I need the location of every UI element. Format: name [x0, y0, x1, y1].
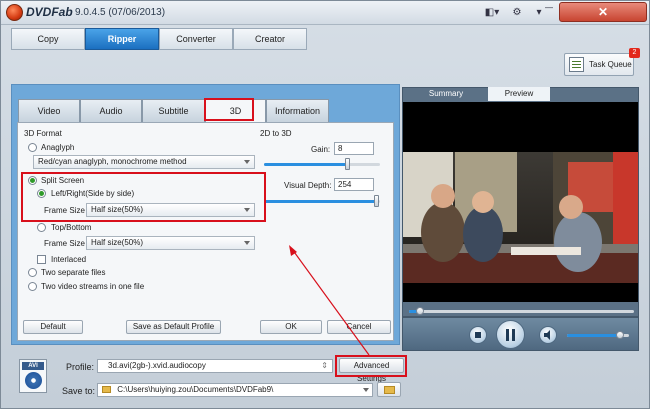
split-screen-label: Split Screen [41, 176, 85, 185]
avi-tag: AVI [22, 362, 44, 370]
frame-size-value-2: Half size(50%) [91, 238, 144, 247]
chevron-down-icon [363, 388, 369, 392]
interlaced-checkbox[interactable] [37, 255, 46, 264]
save-default-profile-button[interactable]: Save as Default Profile [126, 320, 221, 334]
tab-audio[interactable]: Audio [80, 99, 142, 123]
chevron-down-icon [244, 160, 250, 164]
pause-button[interactable] [496, 320, 525, 349]
chevron-down-icon [244, 208, 250, 212]
gain-input[interactable]: 8 [334, 142, 374, 155]
tab-creator[interactable]: Creator [233, 28, 307, 50]
profile-dropdown-icon: ⇕ [321, 361, 328, 370]
default-button[interactable]: Default [23, 320, 83, 334]
gain-slider[interactable] [264, 158, 380, 170]
two-files-radio[interactable] [28, 268, 37, 277]
seek-slider[interactable] [409, 307, 634, 315]
visual-depth-label: Visual Depth: [284, 181, 332, 190]
gain-slider-fill [264, 163, 348, 166]
anaglyph-radio[interactable] [28, 143, 37, 152]
tab-ripper[interactable]: Ripper [85, 28, 159, 50]
stop-icon [475, 332, 481, 338]
main-nav: Copy Ripper Converter Creator [11, 28, 309, 50]
save-to-value: C:\Users\huiying.zou\Documents\DVDFab9\ [117, 385, 274, 394]
2d-to-3d-heading: 2D to 3D [260, 129, 292, 138]
3d-format-heading: 3D Format [24, 129, 62, 138]
two-files-label: Two separate files [41, 268, 106, 277]
two-streams-radio[interactable] [28, 282, 37, 291]
tab-converter[interactable]: Converter [159, 28, 233, 50]
cancel-button[interactable]: Cancel [327, 320, 391, 334]
top-bottom-radio[interactable] [37, 223, 46, 232]
profile-label: Profile: [66, 362, 95, 372]
anaglyph-method-value: Red/cyan anaglyph, monochrome method [38, 157, 187, 166]
movie-scene-image [403, 152, 638, 283]
app-logo-text: DVDFab [26, 5, 73, 19]
gain-slider-thumb[interactable] [345, 158, 350, 170]
close-button[interactable]: ✕ [559, 2, 647, 22]
tab-summary[interactable]: Summary [406, 87, 486, 101]
skin-menu-icon[interactable]: ◧▾ [484, 5, 500, 20]
visual-depth-slider[interactable] [264, 195, 380, 207]
chevron-down-icon [244, 241, 250, 245]
visual-depth-input[interactable]: 254 [334, 178, 374, 191]
ok-button[interactable]: OK [260, 320, 322, 334]
task-list-icon [569, 57, 584, 72]
task-queue-button[interactable]: Task Queue [564, 53, 634, 76]
minimize-button[interactable]: — [541, 0, 557, 15]
open-folder-icon [384, 386, 395, 394]
title-bar: DVDFab 9.0.4.5 (07/06/2013) ◧▾ ⚙ ▾ — ✕ [1, 1, 649, 25]
tab-information[interactable]: Information [266, 99, 329, 123]
visual-depth-slider-thumb[interactable] [374, 195, 379, 207]
advanced-settings-button[interactable]: Advanced Settings [339, 358, 404, 383]
profile-value: 3d.avi(2gb-).xvid.audiocopy [108, 361, 206, 370]
frame-size-label-2: Frame Size [44, 239, 85, 248]
task-count-badge: 2 [629, 48, 640, 58]
visual-depth-slider-fill [264, 200, 377, 203]
anaglyph-label: Anaglyph [41, 143, 75, 152]
profile-field[interactable]: 3d.avi(2gb-).xvid.audiocopy ⇕ [97, 359, 333, 373]
task-queue-label: Task Queue [589, 60, 632, 69]
tab-preview[interactable]: Preview [488, 87, 550, 101]
folder-icon [102, 386, 111, 394]
settings-gear-icon[interactable]: ⚙ [509, 5, 525, 20]
frame-size-select[interactable]: Half size(50%) [86, 203, 255, 217]
interlaced-label: Interlaced [51, 255, 87, 264]
anaglyph-method-select[interactable]: Red/cyan anaglyph, monochrome method [33, 155, 255, 169]
frame-size-label: Frame Size [44, 206, 85, 215]
left-right-radio[interactable] [37, 189, 46, 198]
seek-slider-thumb[interactable] [416, 307, 424, 315]
player-controls [402, 307, 639, 351]
browse-folder-button[interactable] [377, 382, 401, 397]
volume-slider-fill [567, 334, 620, 337]
save-to-label: Save to: [62, 386, 96, 396]
tab-3d[interactable]: 3D [205, 99, 266, 123]
avi-format-icon: AVI [19, 359, 47, 393]
video-frame-image [403, 152, 638, 283]
speaker-icon [544, 330, 550, 340]
top-bottom-label: Top/Bottom [51, 223, 92, 232]
split-screen-radio[interactable] [28, 176, 37, 185]
tab-video[interactable]: Video [18, 99, 80, 123]
pause-icon [506, 329, 509, 341]
dvdfab-logo-icon [6, 4, 23, 21]
app-version: 9.0.4.5 (07/06/2013) [75, 7, 166, 18]
frame-size-select-2[interactable]: Half size(50%) [86, 236, 255, 250]
tab-subtitle[interactable]: Subtitle [142, 99, 205, 123]
disc-icon [25, 372, 42, 389]
two-streams-label: Two video streams in one file [41, 282, 145, 291]
volume-button[interactable] [539, 326, 557, 344]
volume-slider-thumb[interactable] [616, 331, 624, 339]
frame-size-value: Half size(50%) [91, 205, 144, 214]
dvdfab-window: DVDFab 9.0.4.5 (07/06/2013) ◧▾ ⚙ ▾ — ✕ C… [0, 0, 650, 409]
save-to-field[interactable]: C:\Users\huiying.zou\Documents\DVDFab9\ [97, 383, 373, 397]
stop-button[interactable] [469, 326, 487, 344]
volume-slider[interactable] [567, 331, 629, 339]
tab-copy[interactable]: Copy [11, 28, 85, 50]
left-right-label: Left/Right(Side by side) [51, 189, 135, 198]
gain-label: Gain: [311, 145, 331, 154]
